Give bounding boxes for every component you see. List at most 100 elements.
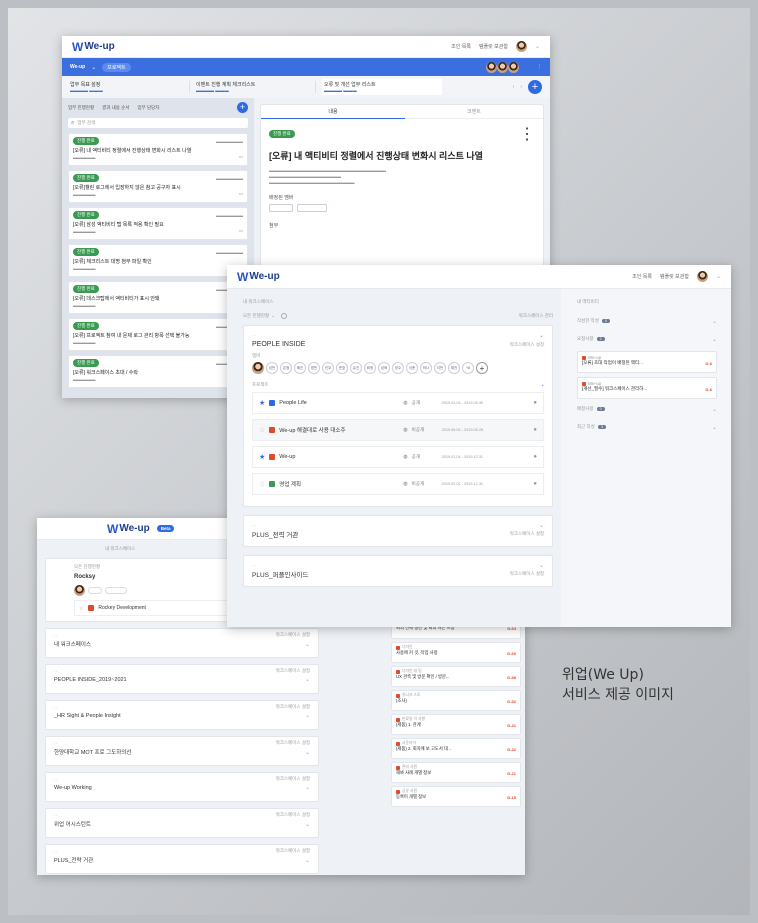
more-icon[interactable]: ⌄ xyxy=(539,332,544,339)
plus-icon[interactable]: + xyxy=(237,102,248,113)
filter-label[interactable]: 모든 진행현황 xyxy=(243,313,269,319)
brand-logo[interactable]: W We-up xyxy=(72,40,115,54)
user-avatar[interactable] xyxy=(515,41,527,52)
workspace-row[interactable]: ·· 워크스페이스 설정 We-up Working ⌄ xyxy=(45,772,319,802)
chevron-down-icon[interactable]: ⌄ xyxy=(716,273,721,280)
star-icon[interactable]: ☆ xyxy=(259,426,265,434)
row-meta[interactable]: 워크스페이스 설정 xyxy=(276,632,310,638)
row-meta[interactable]: 워크스페이스 설정 xyxy=(276,740,310,746)
brand-logo[interactable]: W We-up Beta xyxy=(107,522,175,536)
add-assignee[interactable] xyxy=(297,204,327,212)
row-meta[interactable]: 워크스페이스 설정 xyxy=(276,776,310,782)
chevron-down-icon[interactable]: ⌄ xyxy=(305,749,310,756)
chevron-down-icon[interactable]: ⌄ xyxy=(91,64,96,71)
menu-templates[interactable]: 템플릿 보관함 xyxy=(479,43,508,50)
project-row[interactable]: ☆ We-up 해결대로 사용 대소주 ◍ 비공개 2019.06.04 - 2… xyxy=(252,419,544,441)
workspace-row[interactable]: ·· 워크스페이스 설정 PEOPLE INSIDE_2019~2021 ⌄ xyxy=(45,664,319,694)
workspace-name[interactable]: We-up xyxy=(70,64,85,70)
star-icon[interactable]: ★ xyxy=(259,399,265,407)
member-chip[interactable]: 성혁 xyxy=(378,362,390,374)
star-icon[interactable]: ☆ xyxy=(79,605,84,612)
member-chip[interactable]: 지민 xyxy=(434,362,446,374)
more-icon[interactable]: ● xyxy=(533,400,537,406)
column-header[interactable]: 업무 목표 설정 ▬▬▬▬ ▬▬▬ xyxy=(70,81,190,93)
project-row[interactable]: ★ We-up ◍ 공개 2019.01.04 - 2019.12.31 ● xyxy=(252,446,544,468)
menu-join[interactable]: 조인 목록 xyxy=(632,273,652,280)
chevron-down-icon[interactable]: ⌄ xyxy=(305,712,310,719)
workspace-settings-link[interactable]: 워크스페이스 설정 xyxy=(510,342,544,348)
more-icon[interactable]: ⋮ xyxy=(519,124,535,144)
activity-group[interactable]: 요청사항 2 ⌄ xyxy=(577,333,717,345)
workspace-row[interactable]: ·· 워크스페이스 설정 PLUS_전략 거관 ⌄ xyxy=(45,844,319,874)
more-icon[interactable]: ⋮ xyxy=(537,64,542,70)
workspace-row[interactable]: ·· 워크스페이스 설정 _HR Sight & People Insight ⌄ xyxy=(45,700,319,730)
member-chip[interactable]: 성민 xyxy=(266,362,278,374)
prev-icon[interactable]: ‹ xyxy=(513,84,515,90)
chevron-down-icon[interactable]: ⌄ xyxy=(712,406,717,413)
more-icon[interactable]: ● xyxy=(533,481,537,487)
more-icon[interactable]: ● xyxy=(533,427,537,433)
member-chip[interactable]: 하나 xyxy=(420,362,432,374)
task-card[interactable]: 진행 완료▬▬▬▬▬▬ [오류] 프로젝트 참여 내 문제 로그 관리 항목 선… xyxy=(68,318,248,351)
deadline-item[interactable]: 유니크 스투 (조사) D-52 xyxy=(391,690,521,711)
deadline-item[interactable]: 시운라이 (제품) 2. 회자에 보 고도서 대 .. D-32 xyxy=(391,738,521,759)
column-header[interactable]: 오류 및 개선 업무 리스트 ▬▬▬▬ ▬▬▬ xyxy=(322,79,442,95)
activity-group[interactable]: 작성한 작성 0 ⌄ xyxy=(577,315,717,327)
tab-comment[interactable]: 코멘트 xyxy=(405,108,543,115)
member-chip[interactable]: 영수 xyxy=(392,362,404,374)
task-card[interactable]: 진행 완료▬▬▬▬▬▬ [오류] 워크스페이스 초대 / 수락 ▬▬▬▬▬▭ xyxy=(68,355,248,388)
task-card[interactable]: 진행 완료▬▬▬▬▬▬ [오류] 데스크탑에서 액티비티가 표시 안돼 ▬▬▬▬… xyxy=(68,281,248,314)
member-chip[interactable]: 재진 xyxy=(448,362,460,374)
star-icon[interactable]: ★ xyxy=(259,453,265,461)
workspace-settings-link[interactable]: 워크스페이스 설정 xyxy=(510,571,544,577)
row-meta[interactable]: 워크스페이스 설정 xyxy=(276,704,310,710)
project-row[interactable]: ★ People Life ◍ 공개 2019.03.04 - 2019.05.… xyxy=(252,392,544,414)
chevron-down-icon[interactable]: ⌄ xyxy=(305,641,310,648)
activity-item[interactable]: We-up [오류] 초대 작업이 배정된 액티... D-6 xyxy=(577,351,717,373)
member-chip[interactable]: 혜진 xyxy=(294,362,306,374)
filter-status[interactable]: 업무 진행현황 xyxy=(68,105,94,111)
chevron-down-icon[interactable]: ⌄ xyxy=(712,424,717,431)
brand-logo[interactable]: W We-up xyxy=(237,270,280,284)
star-icon[interactable]: ☆ xyxy=(259,480,265,488)
chevron-down-icon[interactable]: ⌄ xyxy=(535,43,540,50)
member-chip[interactable]: 은정 xyxy=(280,362,292,374)
search-box[interactable]: ⌕ 업무 검색 xyxy=(68,118,248,128)
task-card[interactable]: 진행 완료 ▬▬▬▬▬▬ [오류]챌린 로그에서 입장하지 않은 참고 공구자 표… xyxy=(68,170,248,203)
filter-assignee[interactable]: 업무 담당자 xyxy=(137,105,159,111)
workspace-row[interactable]: ·· 워크스페이스 설정 내 워크스페이스 ⌄ xyxy=(45,628,319,658)
deadline-item[interactable]: 관리 사원 해봐 사례 개별 정보 D-21 xyxy=(391,762,521,783)
chevron-down-icon[interactable]: ⌄ xyxy=(305,857,310,864)
menu-templates[interactable]: 템플릿 보관함 xyxy=(660,273,689,280)
task-card[interactable]: 진행 완료 ▬▬▬▬▬▬ [오류] 내 액티비티 정렬에서 진행상태 변화시 리스… xyxy=(68,133,248,166)
chevron-down-icon[interactable]: ⌄ xyxy=(712,336,717,343)
task-card[interactable]: 진행 완료 ▬▬▬▬▬▬ [오류] 삼성 액티비티 탭 목록 적용 확인 필요 ▬… xyxy=(68,207,248,240)
filter-order[interactable]: 결과 내용 순서 xyxy=(102,105,129,111)
plus-icon[interactable]: + xyxy=(528,80,542,94)
add-member-button[interactable]: + xyxy=(476,362,488,374)
workspace-settings-link[interactable]: 워크스페이스 설정 xyxy=(510,531,544,537)
status-badge[interactable]: 진행 완료 xyxy=(269,130,295,138)
project-row[interactable]: ☆ 영업 계획 ◍ 비공개 2019.02.01 - 2019.12.31 ● xyxy=(252,473,544,495)
member-chip[interactable]: 준호 xyxy=(336,362,348,374)
assignee-chip[interactable] xyxy=(269,204,293,212)
deadline-item[interactable]: 디자인 사용에 커 것, 작업 사정 D-60 xyxy=(391,642,521,663)
chevron-down-icon[interactable]: ⌄ xyxy=(271,313,275,319)
chevron-down-icon[interactable]: ⌄ xyxy=(712,318,717,325)
member-chip[interactable]: 건우 xyxy=(322,362,334,374)
menu-join[interactable]: 조인 목록 xyxy=(451,43,471,50)
next-icon[interactable]: › xyxy=(520,84,522,90)
row-meta[interactable]: 워크스페이스 설정 xyxy=(276,848,310,854)
workspace-manage-link[interactable]: 워크스페이스 관리 xyxy=(519,313,553,319)
chevron-down-icon[interactable]: ⌄ xyxy=(305,784,310,791)
activity-group[interactable]: 최근 작성 3 ⌄ xyxy=(577,421,717,433)
activity-group[interactable]: 배정사항 0 ⌄ xyxy=(577,403,717,415)
member-chip[interactable]: 서준 xyxy=(406,362,418,374)
chevron-down-icon[interactable]: ⌄ xyxy=(305,676,310,683)
workspace-row[interactable]: ·· 워크스페이스 설정 한양대학교 MOT 프로 그도하의선 ⌄ xyxy=(45,736,319,766)
member-chip[interactable]: 희정 xyxy=(364,362,376,374)
invite-chip[interactable] xyxy=(105,587,127,594)
more-icon[interactable]: ● xyxy=(533,454,537,460)
row-meta[interactable]: 워크스페이스 설정 xyxy=(276,668,310,674)
row-meta[interactable]: 워크스페이스 설정 xyxy=(276,812,310,818)
